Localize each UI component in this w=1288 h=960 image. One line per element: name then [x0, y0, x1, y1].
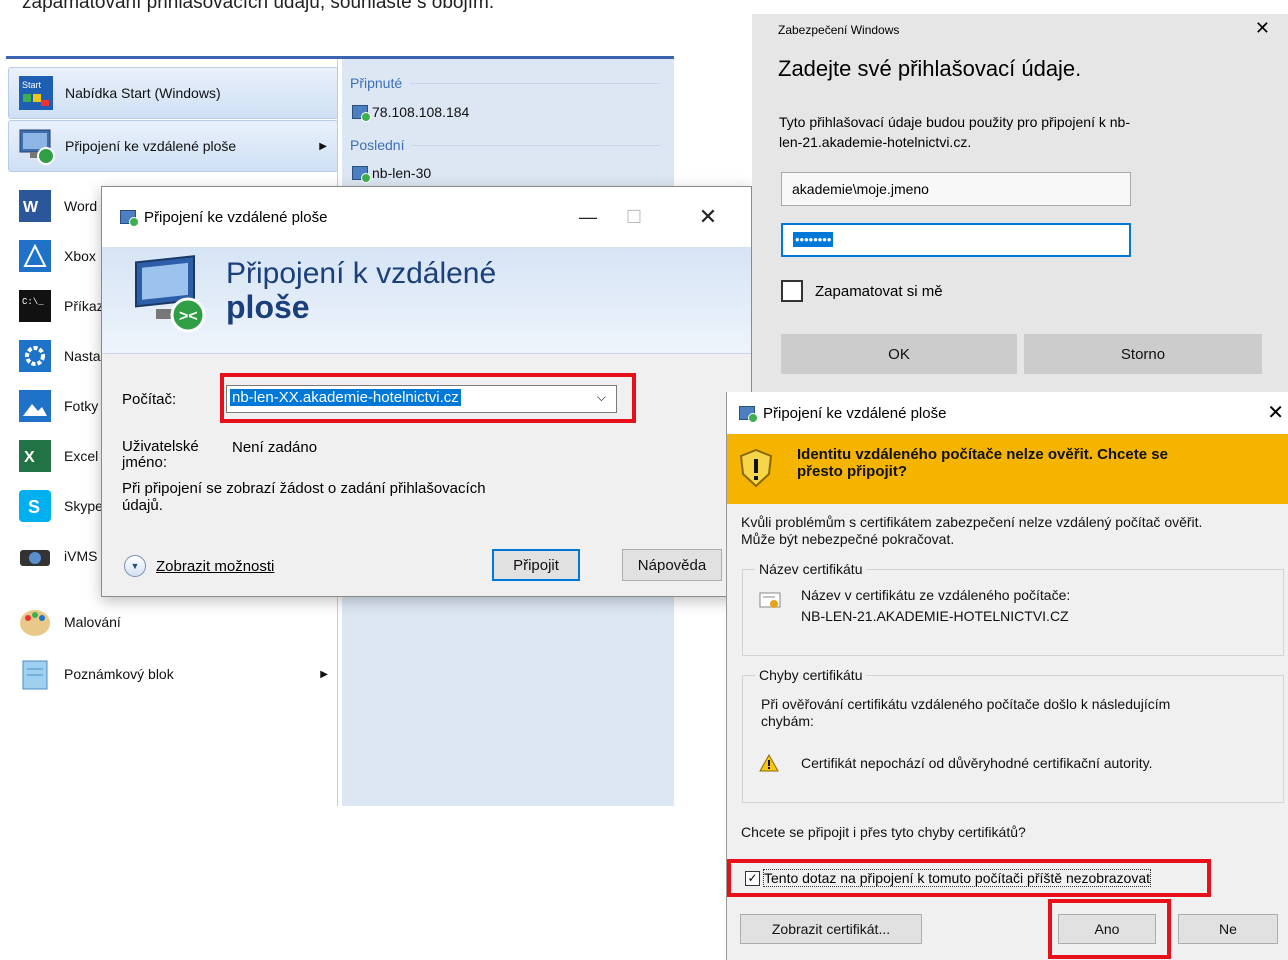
banner-title-bold: ploše — [226, 289, 310, 325]
svg-text:W: W — [23, 199, 39, 216]
remote-desktop-icon — [352, 105, 371, 122]
view-certificate-button[interactable]: Zobrazit certifikát... — [740, 914, 922, 944]
menu-item-label: Skype — [64, 498, 103, 514]
menu-item-remote-desktop[interactable]: Připojení ke vzdálené ploše ▶ — [8, 120, 338, 172]
menu-item-label: Poznámkový blok — [64, 666, 174, 682]
menu-item-label: Připojení ke vzdálené ploše — [65, 138, 237, 154]
recent-item[interactable]: nb-len-30 — [352, 165, 431, 183]
connect-button[interactable]: Připojit — [492, 549, 580, 581]
warning-text: Identitu vzdáleného počítače nelze ověři… — [797, 446, 1168, 480]
question-text: Chcete se připojit i přes tyto chyby cer… — [741, 824, 1026, 840]
info-text: Při připojení se zobrazí žádost o zadání… — [122, 480, 486, 514]
shield-warning-icon — [739, 448, 773, 488]
skype-icon: S — [14, 485, 56, 527]
computer-label: Počítač: — [122, 391, 177, 408]
chevron-right-icon[interactable]: ▶ — [320, 669, 328, 680]
certificate-warning-dialog: Připojení ke vzdálené ploše ✕ Identitu v… — [726, 392, 1288, 960]
username-value: Není zadáno — [232, 439, 318, 456]
notepad-icon — [14, 653, 56, 695]
menu-item-label: Nasta — [64, 348, 101, 364]
pinned-header: Připnuté — [350, 75, 660, 91]
start-icon: Start — [15, 72, 57, 114]
close-icon[interactable]: ✕ — [1255, 18, 1270, 39]
svg-text:S: S — [28, 497, 40, 517]
svg-text:Start: Start — [22, 80, 42, 90]
banner-title: Připojení k vzdálené — [226, 257, 497, 290]
camera-icon — [14, 535, 56, 577]
cert-name-label: Název v certifikátu ze vzdáleného počíta… — [801, 587, 1071, 603]
checkbox[interactable] — [781, 280, 803, 302]
menu-item-label: Příkaz — [64, 298, 104, 314]
menu-item-label: Fotky — [64, 398, 99, 414]
title-bar: Připojení ke vzdálené ploše ✕ — [727, 392, 1288, 434]
photos-icon — [14, 385, 56, 427]
cert-error-item: Certifikát nepochází od důvěryhodné cert… — [801, 755, 1153, 771]
pinned-item[interactable]: 78.108.108.184 — [352, 104, 469, 122]
cert-name-value: NB-LEN-21.AKADEMIE-HOTELNICTVI.CZ — [801, 608, 1069, 624]
remote-desktop-icon — [739, 406, 758, 423]
ok-button[interactable]: OK — [781, 334, 1017, 374]
password-field[interactable]: •••••••• — [781, 223, 1131, 257]
highlight-box — [1048, 899, 1171, 959]
show-options-button[interactable]: ▼ Zobrazit možnosti — [124, 555, 274, 577]
remote-desktop-icon — [120, 210, 139, 227]
intro-text: zapamatování přihlašovacích údajů, souhl… — [22, 0, 495, 13]
cancel-button[interactable]: Storno — [1024, 334, 1262, 374]
remote-desktop-icon: >< — [135, 255, 206, 333]
svg-text:X: X — [24, 449, 35, 466]
excel-icon: X — [14, 435, 56, 477]
title-bar: Připojení ke vzdálené ploše — ☐ ✕ — [102, 187, 751, 247]
rdp-dialog: Připojení ke vzdálené ploše — ☐ ✕ >< Při… — [101, 186, 752, 597]
help-button[interactable]: Nápověda — [622, 549, 722, 581]
remote-desktop-icon — [15, 125, 57, 167]
menu-item-label: Nabídka Start (Windows) — [65, 85, 221, 101]
menu-item-paint[interactable]: Malování — [8, 596, 338, 648]
no-button[interactable]: Ne — [1178, 914, 1278, 944]
body-text: Kvůli problémům s certifikátem zabezpeče… — [741, 514, 1203, 547]
close-icon[interactable]: ✕ — [1267, 400, 1284, 425]
recent-header: Poslední — [350, 137, 660, 153]
heading: Zadejte své přihlašovací údaje. — [778, 56, 1082, 81]
remote-desktop-icon — [352, 166, 371, 183]
menu-item-label: Word — [64, 198, 98, 214]
expand-icon: ▼ — [124, 555, 146, 577]
maximize-button[interactable]: ☐ — [611, 187, 657, 247]
certificate-icon — [759, 592, 781, 608]
windows-security-dialog: Zabezpečení Windows ✕ Zadejte své přihla… — [752, 14, 1288, 394]
banner: >< Připojení k vzdálené ploše — [102, 247, 751, 354]
highlight-box — [727, 859, 1211, 897]
svg-text:><: >< — [179, 308, 198, 325]
minimize-button[interactable]: — — [565, 187, 611, 247]
svg-text:C:\_: C:\_ — [22, 297, 44, 307]
chevron-right-icon[interactable]: ▶ — [319, 141, 327, 152]
warning-icon — [759, 754, 779, 772]
menu-item-start[interactable]: Start Nabídka Start (Windows) — [8, 67, 338, 119]
paint-palette-icon — [14, 601, 56, 643]
username-field[interactable]: akademie\moje.jmeno — [781, 172, 1131, 206]
highlight-box — [220, 373, 636, 423]
menu-item-label: Excel — [64, 448, 99, 464]
menu-item-label: Xbox — [64, 248, 96, 264]
username-label: Uživatelské jméno: — [122, 438, 199, 471]
dialog-title: Připojení ke vzdálené ploše — [763, 404, 947, 422]
command-prompt-icon: C:\_ — [14, 285, 56, 327]
close-button[interactable]: ✕ — [685, 187, 731, 247]
dialog-title: Zabezpečení Windows — [778, 23, 900, 37]
description: Tyto přihlašovací údaje budou použity pr… — [779, 114, 1130, 150]
menu-item-label: iVMS — [64, 548, 98, 564]
gear-icon — [14, 335, 56, 377]
dialog-title: Připojení ke vzdálené ploše — [144, 208, 328, 226]
menu-item-label: Malování — [64, 614, 121, 630]
warning-banner: Identitu vzdáleného počítače nelze ověři… — [727, 434, 1288, 504]
xbox-icon — [14, 235, 56, 277]
remember-checkbox[interactable]: Zapamatovat si mě — [781, 280, 943, 302]
menu-item-notepad[interactable]: Poznámkový blok ▶ — [8, 648, 338, 700]
cert-name-group: Název certifikátu Název v certifikátu ze… — [742, 561, 1284, 656]
cert-errors-text: Při ověřování certifikátu vzdáleného poč… — [761, 696, 1171, 729]
word-icon: W — [14, 185, 56, 227]
cert-errors-group: Chyby certifikátu Při ověřování certifik… — [742, 667, 1284, 803]
